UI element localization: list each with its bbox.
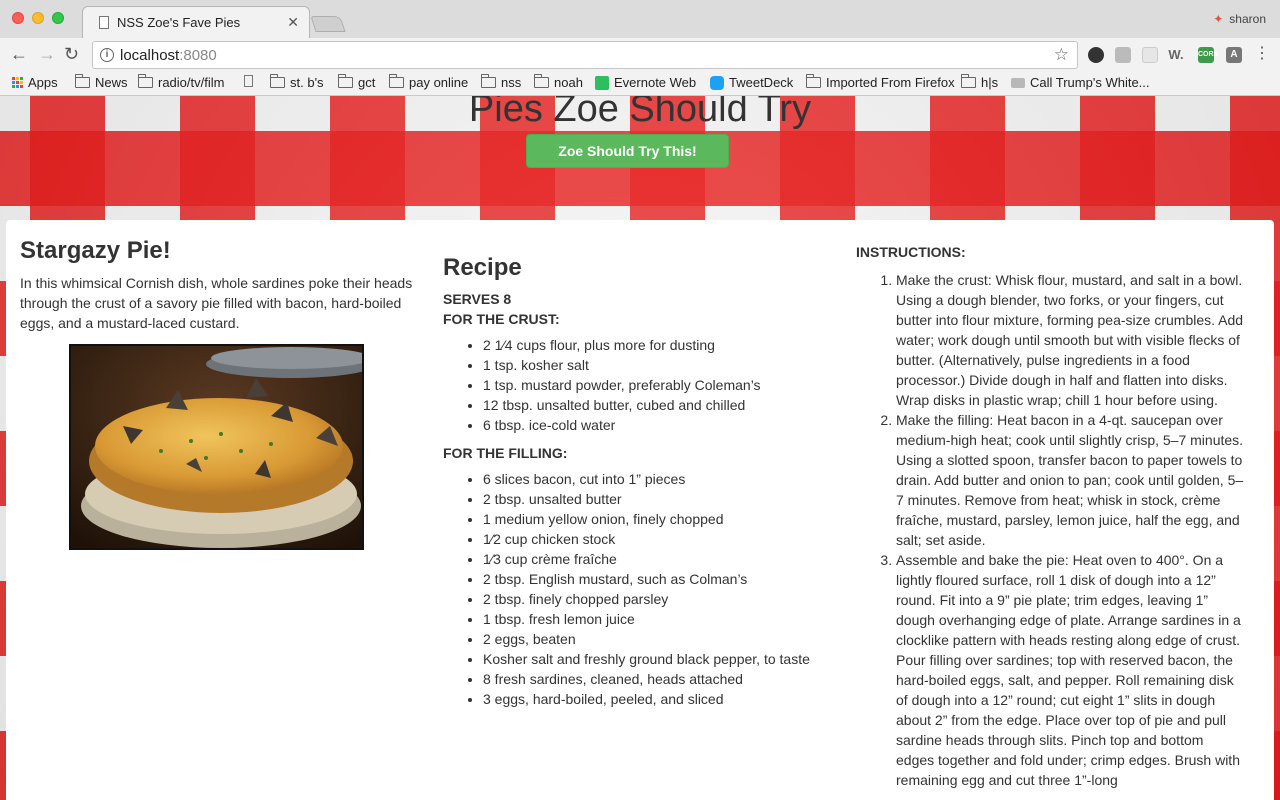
list-item: Assemble and bake the pie: Heat oven to … bbox=[896, 550, 1244, 790]
profile-button[interactable]: ✦ sharon bbox=[1213, 12, 1266, 26]
filling-heading: FOR THE FILLING: bbox=[443, 445, 568, 461]
forward-button[interactable]: → bbox=[38, 44, 56, 64]
recipe-column: Recipe SERVES 8 FOR THE CRUST: 2 1⁄4 cup… bbox=[443, 254, 843, 717]
list-item: Make the crust: Whisk flour, mustard, an… bbox=[896, 270, 1244, 410]
instructions-heading: INSTRUCTIONS: bbox=[856, 244, 966, 260]
list-item: 12 tbsp. unsalted butter, cubed and chil… bbox=[483, 395, 843, 415]
folder-icon bbox=[138, 74, 153, 88]
whitehouse-icon bbox=[1011, 77, 1025, 88]
list-item: 1⁄2 cup chicken stock bbox=[483, 529, 843, 549]
bookmark-tweetdeck[interactable]: TweetDeck bbox=[710, 75, 793, 90]
evernote-extension-icon[interactable] bbox=[1088, 47, 1104, 63]
browser-titlebar: NSS Zoe's Fave Pies ✕ ✦ sharon bbox=[0, 0, 1280, 38]
extension-icon[interactable]: A bbox=[1226, 47, 1242, 63]
pie-intro: Stargazy Pie! In this whimsical Cornish … bbox=[20, 237, 420, 333]
bookmark-radio-tv-film[interactable]: radio/tv/film bbox=[138, 74, 224, 90]
bookmark-page[interactable] bbox=[244, 75, 258, 87]
pie-title: Stargazy Pie! bbox=[20, 237, 171, 264]
info-icon[interactable]: i bbox=[100, 48, 114, 62]
stargazy-pie-image bbox=[71, 346, 362, 548]
list-item: Make the filling: Heat bacon in a 4-qt. … bbox=[896, 410, 1244, 550]
extension-icon[interactable] bbox=[1115, 47, 1131, 63]
folder-icon bbox=[389, 74, 404, 88]
bookmark-star-icon[interactable]: ☆ bbox=[1054, 45, 1069, 65]
back-button[interactable]: ← bbox=[10, 44, 28, 64]
list-item: Kosher salt and freshly ground black pep… bbox=[483, 649, 843, 669]
bookmark-imported-from-firefox[interactable]: Imported From Firefox bbox=[806, 74, 955, 90]
address-bar[interactable]: i localhost:8080 ☆ bbox=[92, 41, 1078, 69]
bookmark-evernote-web[interactable]: Evernote Web bbox=[595, 75, 696, 90]
extension-icon[interactable]: W. bbox=[1168, 47, 1184, 63]
window-close-button[interactable] bbox=[12, 12, 24, 24]
list-item: 1⁄3 cup crème fraîche bbox=[483, 549, 843, 569]
pie-photo bbox=[69, 344, 364, 550]
list-item: 1 medium yellow onion, finely chopped bbox=[483, 509, 843, 529]
bookmark-apps[interactable]: Apps bbox=[12, 75, 58, 90]
list-item: 6 slices bacon, cut into 1” pieces bbox=[483, 469, 843, 489]
browser-toolbar: ← → ↻ i localhost:8080 ☆ W. CORS A ⋮ bbox=[0, 38, 1280, 72]
instructions-column: INSTRUCTIONS: Make the crust: Whisk flou… bbox=[856, 242, 1244, 790]
reload-button[interactable]: ↻ bbox=[64, 44, 79, 64]
instructions-list: Make the crust: Whisk flour, mustard, an… bbox=[896, 270, 1244, 790]
list-item: 8 fresh sardines, cleaned, heads attache… bbox=[483, 669, 843, 689]
folder-icon bbox=[534, 74, 549, 88]
apps-icon bbox=[12, 77, 23, 88]
evernote-icon bbox=[595, 75, 609, 90]
tab-title: NSS Zoe's Fave Pies bbox=[117, 15, 241, 30]
list-item: 3 eggs, hard-boiled, peeled, and sliced bbox=[483, 689, 843, 709]
list-item: 2 1⁄4 cups flour, plus more for dusting bbox=[483, 335, 843, 355]
cors-extension-icon[interactable]: CORS bbox=[1198, 47, 1218, 63]
profile-icon: ✦ bbox=[1213, 12, 1224, 26]
bookmark-hs[interactable]: h|s bbox=[961, 74, 998, 90]
folder-icon bbox=[270, 74, 285, 88]
bookmarks-bar: Apps News radio/tv/film st. b's gct pay … bbox=[0, 72, 1280, 96]
folder-icon bbox=[806, 74, 821, 88]
serves-label: SERVES 8 bbox=[443, 291, 512, 307]
recipe-heading: Recipe bbox=[443, 254, 522, 281]
try-this-button[interactable]: Zoe Should Try This! bbox=[526, 134, 729, 168]
url-text[interactable]: localhost:8080 bbox=[120, 47, 217, 64]
crust-ingredients-list: 2 1⁄4 cups flour, plus more for dusting … bbox=[483, 335, 843, 435]
page-title: Pies Zoe Should Try bbox=[468, 96, 812, 130]
folder-icon bbox=[481, 74, 496, 88]
new-tab-button[interactable] bbox=[310, 16, 346, 32]
menu-icon[interactable]: ⋮ bbox=[1254, 44, 1270, 64]
bookmark-gct[interactable]: gct bbox=[338, 74, 375, 90]
list-item: 1 tbsp. fresh lemon juice bbox=[483, 609, 843, 629]
window-maximize-button[interactable] bbox=[52, 12, 64, 24]
bookmark-pay-online[interactable]: pay online bbox=[389, 74, 468, 90]
list-item: 2 tbsp. unsalted butter bbox=[483, 489, 843, 509]
folder-icon bbox=[338, 74, 353, 88]
list-item: 2 tbsp. finely chopped parsley bbox=[483, 589, 843, 609]
profile-name: sharon bbox=[1229, 12, 1266, 26]
bookmark-noah[interactable]: noah bbox=[534, 74, 583, 90]
bookmark-news[interactable]: News bbox=[75, 74, 128, 90]
window-minimize-button[interactable] bbox=[32, 12, 44, 24]
pie-description: In this whimsical Cornish dish, whole sa… bbox=[20, 275, 413, 331]
list-item: 1 tsp. mustard powder, preferably Colema… bbox=[483, 375, 843, 395]
list-item: 6 tbsp. ice-cold water bbox=[483, 415, 843, 435]
browser-tab[interactable]: NSS Zoe's Fave Pies ✕ bbox=[82, 6, 310, 38]
page-icon bbox=[244, 75, 253, 87]
list-item: 2 eggs, beaten bbox=[483, 629, 843, 649]
list-item: 2 tbsp. English mustard, such as Colman’… bbox=[483, 569, 843, 589]
page-icon bbox=[99, 16, 109, 29]
bookmark-st-bs[interactable]: st. b's bbox=[270, 74, 324, 90]
extension-icon[interactable] bbox=[1142, 47, 1158, 63]
crust-heading: FOR THE CRUST: bbox=[443, 311, 560, 327]
folder-icon bbox=[75, 74, 90, 88]
filling-ingredients-list: 6 slices bacon, cut into 1” pieces 2 tbs… bbox=[483, 469, 843, 709]
tweetdeck-icon bbox=[710, 75, 724, 90]
close-icon[interactable]: ✕ bbox=[287, 14, 299, 31]
bookmark-call-trumps-white[interactable]: Call Trump's White... bbox=[1011, 75, 1150, 90]
folder-icon bbox=[961, 74, 976, 88]
list-item: 1 tsp. kosher salt bbox=[483, 355, 843, 375]
bookmark-nss[interactable]: nss bbox=[481, 74, 521, 90]
